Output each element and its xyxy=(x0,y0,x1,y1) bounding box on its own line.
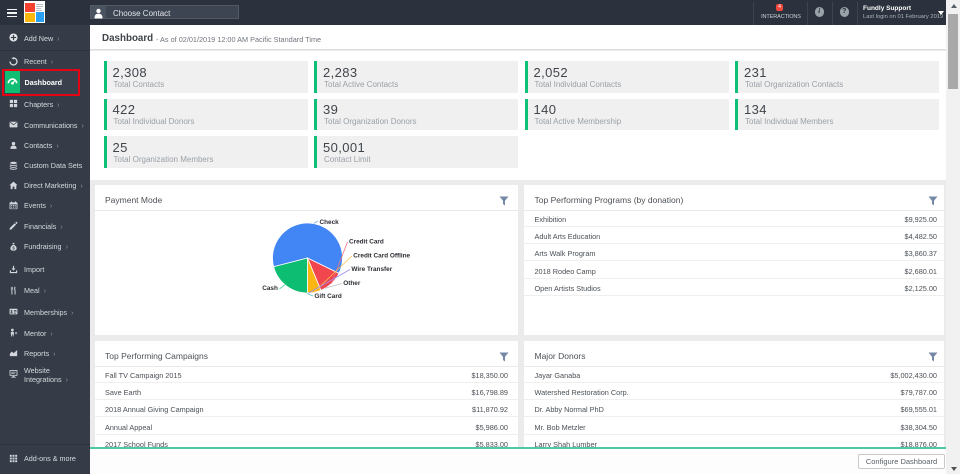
svg-text:Credit Card Offline: Credit Card Offline xyxy=(353,253,410,260)
svg-text:Check: Check xyxy=(319,219,339,226)
svg-text:Credit Card: Credit Card xyxy=(349,238,384,245)
svg-text:Gift Card: Gift Card xyxy=(314,293,341,300)
svg-text:Other: Other xyxy=(343,280,361,287)
svg-text:Cash: Cash xyxy=(262,285,278,292)
svg-text:Wire Transfer: Wire Transfer xyxy=(351,266,392,273)
